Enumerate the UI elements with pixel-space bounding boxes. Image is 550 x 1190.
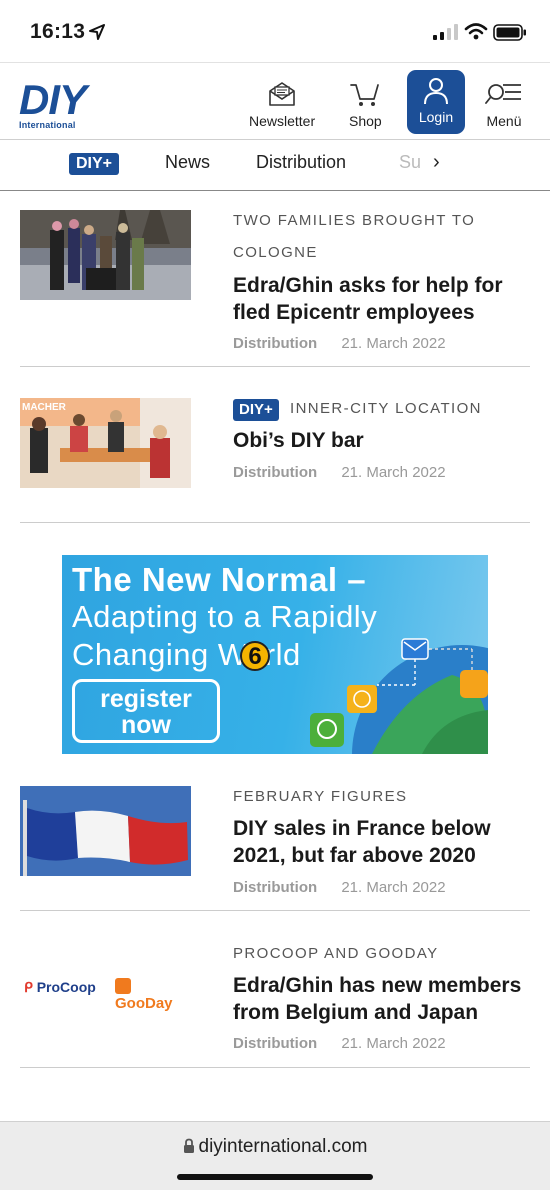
article-category[interactable]: Distribution [233,464,317,481]
login-label: Login [418,109,454,125]
article-title[interactable]: Edra/Ghin has new members [233,972,533,999]
globe-network-graphic [310,638,488,754]
browser-url-bar[interactable]: diyinternational.com [0,1121,550,1190]
newsletter-label: Newsletter [249,113,316,129]
diyplus-badge: DIY+ [233,399,279,421]
cellular-signal-icon [433,24,458,40]
category-support-partial[interactable]: Su [399,152,421,173]
ad-subline: Adapting to a Rapidly [72,599,378,634]
user-icon [424,78,448,105]
category-distribution[interactable]: Distribution [256,152,346,173]
now-label: now [121,711,171,739]
battery-icon [493,24,526,41]
newsletter-button[interactable]: Newsletter [249,81,315,129]
divider [20,1067,530,1068]
diy-bar-photo: MACHER [20,398,191,488]
article-title[interactable]: 2021, but far above 2020 [233,842,533,869]
gooday-logo: GooDay [115,978,191,1012]
category-news[interactable]: News [165,152,210,173]
article-title[interactable]: Edra/Ghin asks for help for [233,272,533,299]
location-arrow-icon [89,24,105,40]
article-thumbnail[interactable] [20,786,191,876]
svg-text:MACHER: MACHER [22,402,67,413]
article-thumbnail[interactable]: MACHER [20,398,191,488]
divider [20,910,530,911]
article-item[interactable]: MACHER DIY+ INNER-CITY LOCATION Obi’s DI… [20,393,530,513]
ad-number-badge: 6 [240,641,270,671]
home-indicator[interactable] [177,1174,373,1180]
menu-icon [485,84,521,104]
chevron-right-icon[interactable]: › [433,151,440,174]
register-now-button[interactable]: register now [72,679,220,743]
article-thumbnail[interactable] [20,210,191,300]
status-time: 16:13 [30,20,86,43]
article-meta: Distribution 21. March 2022 [233,1035,446,1052]
shop-label: Shop [349,113,382,129]
article-kicker: FEBRUARY FIGURES [233,788,408,805]
menu-label: Menü [486,113,522,129]
ad-headline: The New Normal – [72,561,367,598]
article-title[interactable]: Obi’s DIY bar [233,427,533,454]
article-kicker: PROCOOP AND GOODAY [233,945,439,962]
article-kicker: COLOGNE [233,244,318,261]
url-display[interactable]: diyinternational.com [0,1136,550,1158]
divider [20,522,530,523]
site-header: DIY International Newsletter Shop Login [0,62,550,140]
envelope-icon [269,82,295,106]
shopping-cart-icon [350,84,380,106]
article-meta: Distribution 21. March 2022 [233,879,446,896]
shop-button[interactable]: Shop [349,81,382,129]
article-item[interactable]: ᑭ ProCoop GooDay PROCOOP AND GOODAY Edra… [20,938,530,1063]
article-item[interactable]: TWO FAMILIES BROUGHT TO COLOGNE Edra/Ghi… [20,205,530,365]
article-date: 21. March 2022 [341,1035,446,1052]
cathedral-crowd-photo [20,210,191,300]
diy-international-logo[interactable]: DIY International [19,76,109,131]
logo-subtext: International [19,120,76,130]
article-date: 21. March 2022 [341,464,446,481]
article-thumbnail[interactable]: ᑭ ProCoop GooDay [20,943,191,1033]
lock-icon [183,1138,194,1153]
article-title[interactable]: from Belgium and Japan [233,999,533,1026]
url-text: diyinternational.com [198,1136,368,1157]
category-nav: DIY+ News Distribution Su › [0,140,550,191]
article-meta: Distribution 21. March 2022 [233,335,446,352]
article-category[interactable]: Distribution [233,879,317,896]
status-bar: 16:13 [0,0,550,62]
article-date: 21. March 2022 [341,879,446,896]
article-item[interactable]: FEBRUARY FIGURES DIY sales in France bel… [20,781,530,906]
article-title[interactable]: DIY sales in France below [233,815,533,842]
register-label: register [100,685,192,713]
article-meta: Distribution 21. March 2022 [233,464,446,481]
divider [20,366,530,367]
category-diyplus[interactable]: DIY+ [69,153,120,175]
article-title[interactable]: fled Epicentr employees [233,299,533,326]
article-date: 21. March 2022 [341,335,446,352]
article-category[interactable]: Distribution [233,1035,317,1052]
menu-button[interactable]: Menü [485,81,523,129]
logo-text: DIY [19,76,87,123]
ad-banner[interactable]: The New Normal – Adapting to a Rapidly C… [62,555,488,754]
procoop-logo: ᑭ ProCoop [24,979,96,995]
article-category[interactable]: Distribution [233,335,317,352]
wifi-icon [464,23,488,40]
article-kicker: INNER-CITY LOCATION [290,400,482,417]
login-button[interactable]: Login [407,70,465,134]
article-kicker: TWO FAMILIES BROUGHT TO [233,212,476,229]
french-flag-photo [20,786,191,876]
